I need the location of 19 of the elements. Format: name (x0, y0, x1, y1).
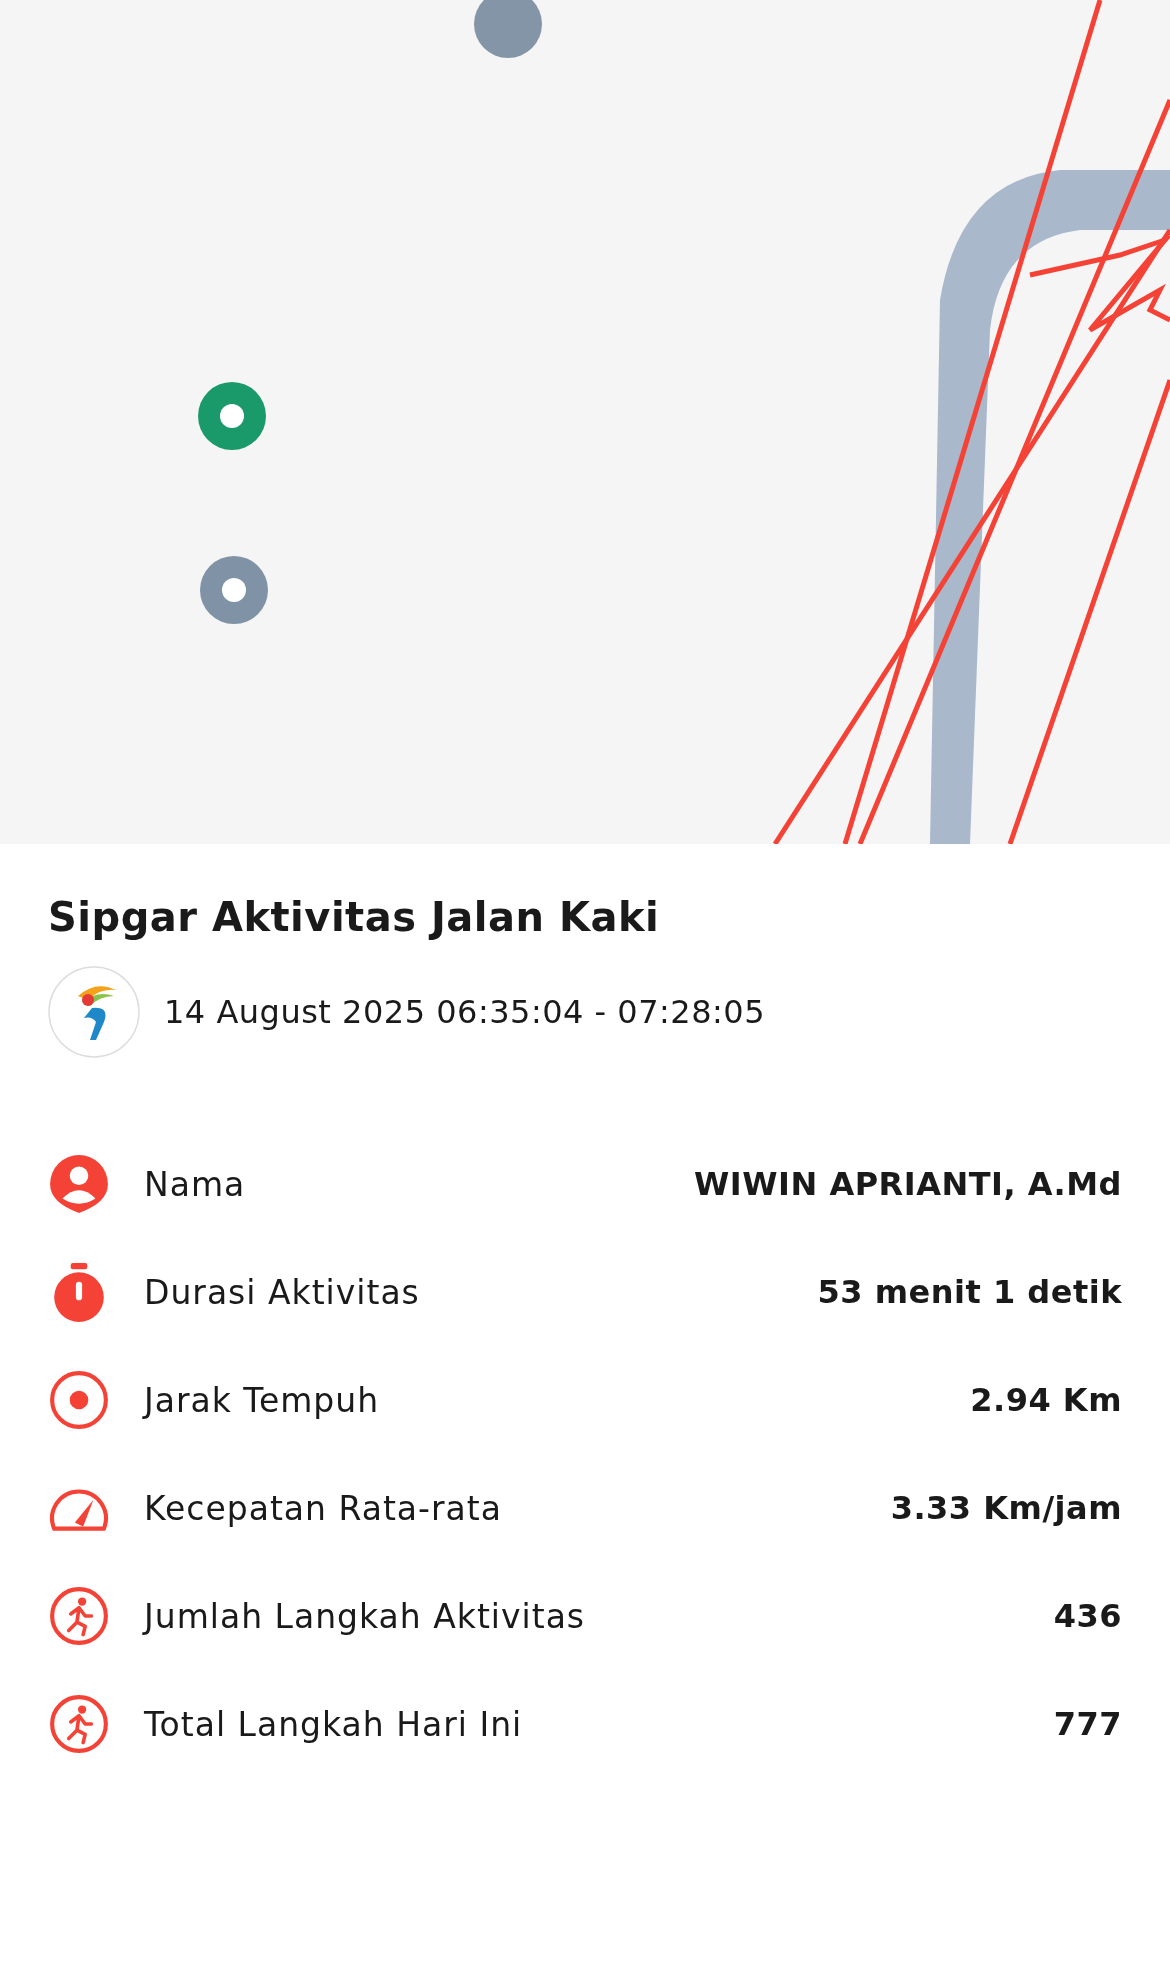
time-range: 14 August 2025 06:35:04 - 07:28:05 (164, 993, 765, 1031)
stat-label: Jarak Tempuh (144, 1380, 381, 1420)
stat-label: Nama (144, 1164, 247, 1204)
activity-title: Sipgar Aktivitas Jalan Kaki (48, 894, 661, 940)
stat-label: Kecepatan Rata-rata (144, 1488, 503, 1528)
stat-value: 3.33 Km/jam (890, 1489, 1122, 1527)
stat-label: Total Langkah Hari Ini (144, 1704, 524, 1744)
stat-label: Durasi Aktivitas (144, 1272, 421, 1312)
person-icon (48, 1153, 110, 1215)
running-person-icon (48, 1693, 110, 1755)
running-person-icon (48, 1585, 110, 1647)
target-icon (48, 1369, 110, 1431)
stat-value: 2.94 Km (970, 1381, 1122, 1419)
stat-value: 777 (1053, 1705, 1122, 1743)
runner-logo-icon (48, 966, 140, 1058)
stat-label: Jumlah Langkah Aktivitas (144, 1596, 587, 1636)
stat-value: WIWIN APRIANTI, A.Md (694, 1165, 1122, 1203)
stat-value: 436 (1053, 1597, 1122, 1635)
stat-value: 53 menit 1 detik (817, 1273, 1122, 1311)
